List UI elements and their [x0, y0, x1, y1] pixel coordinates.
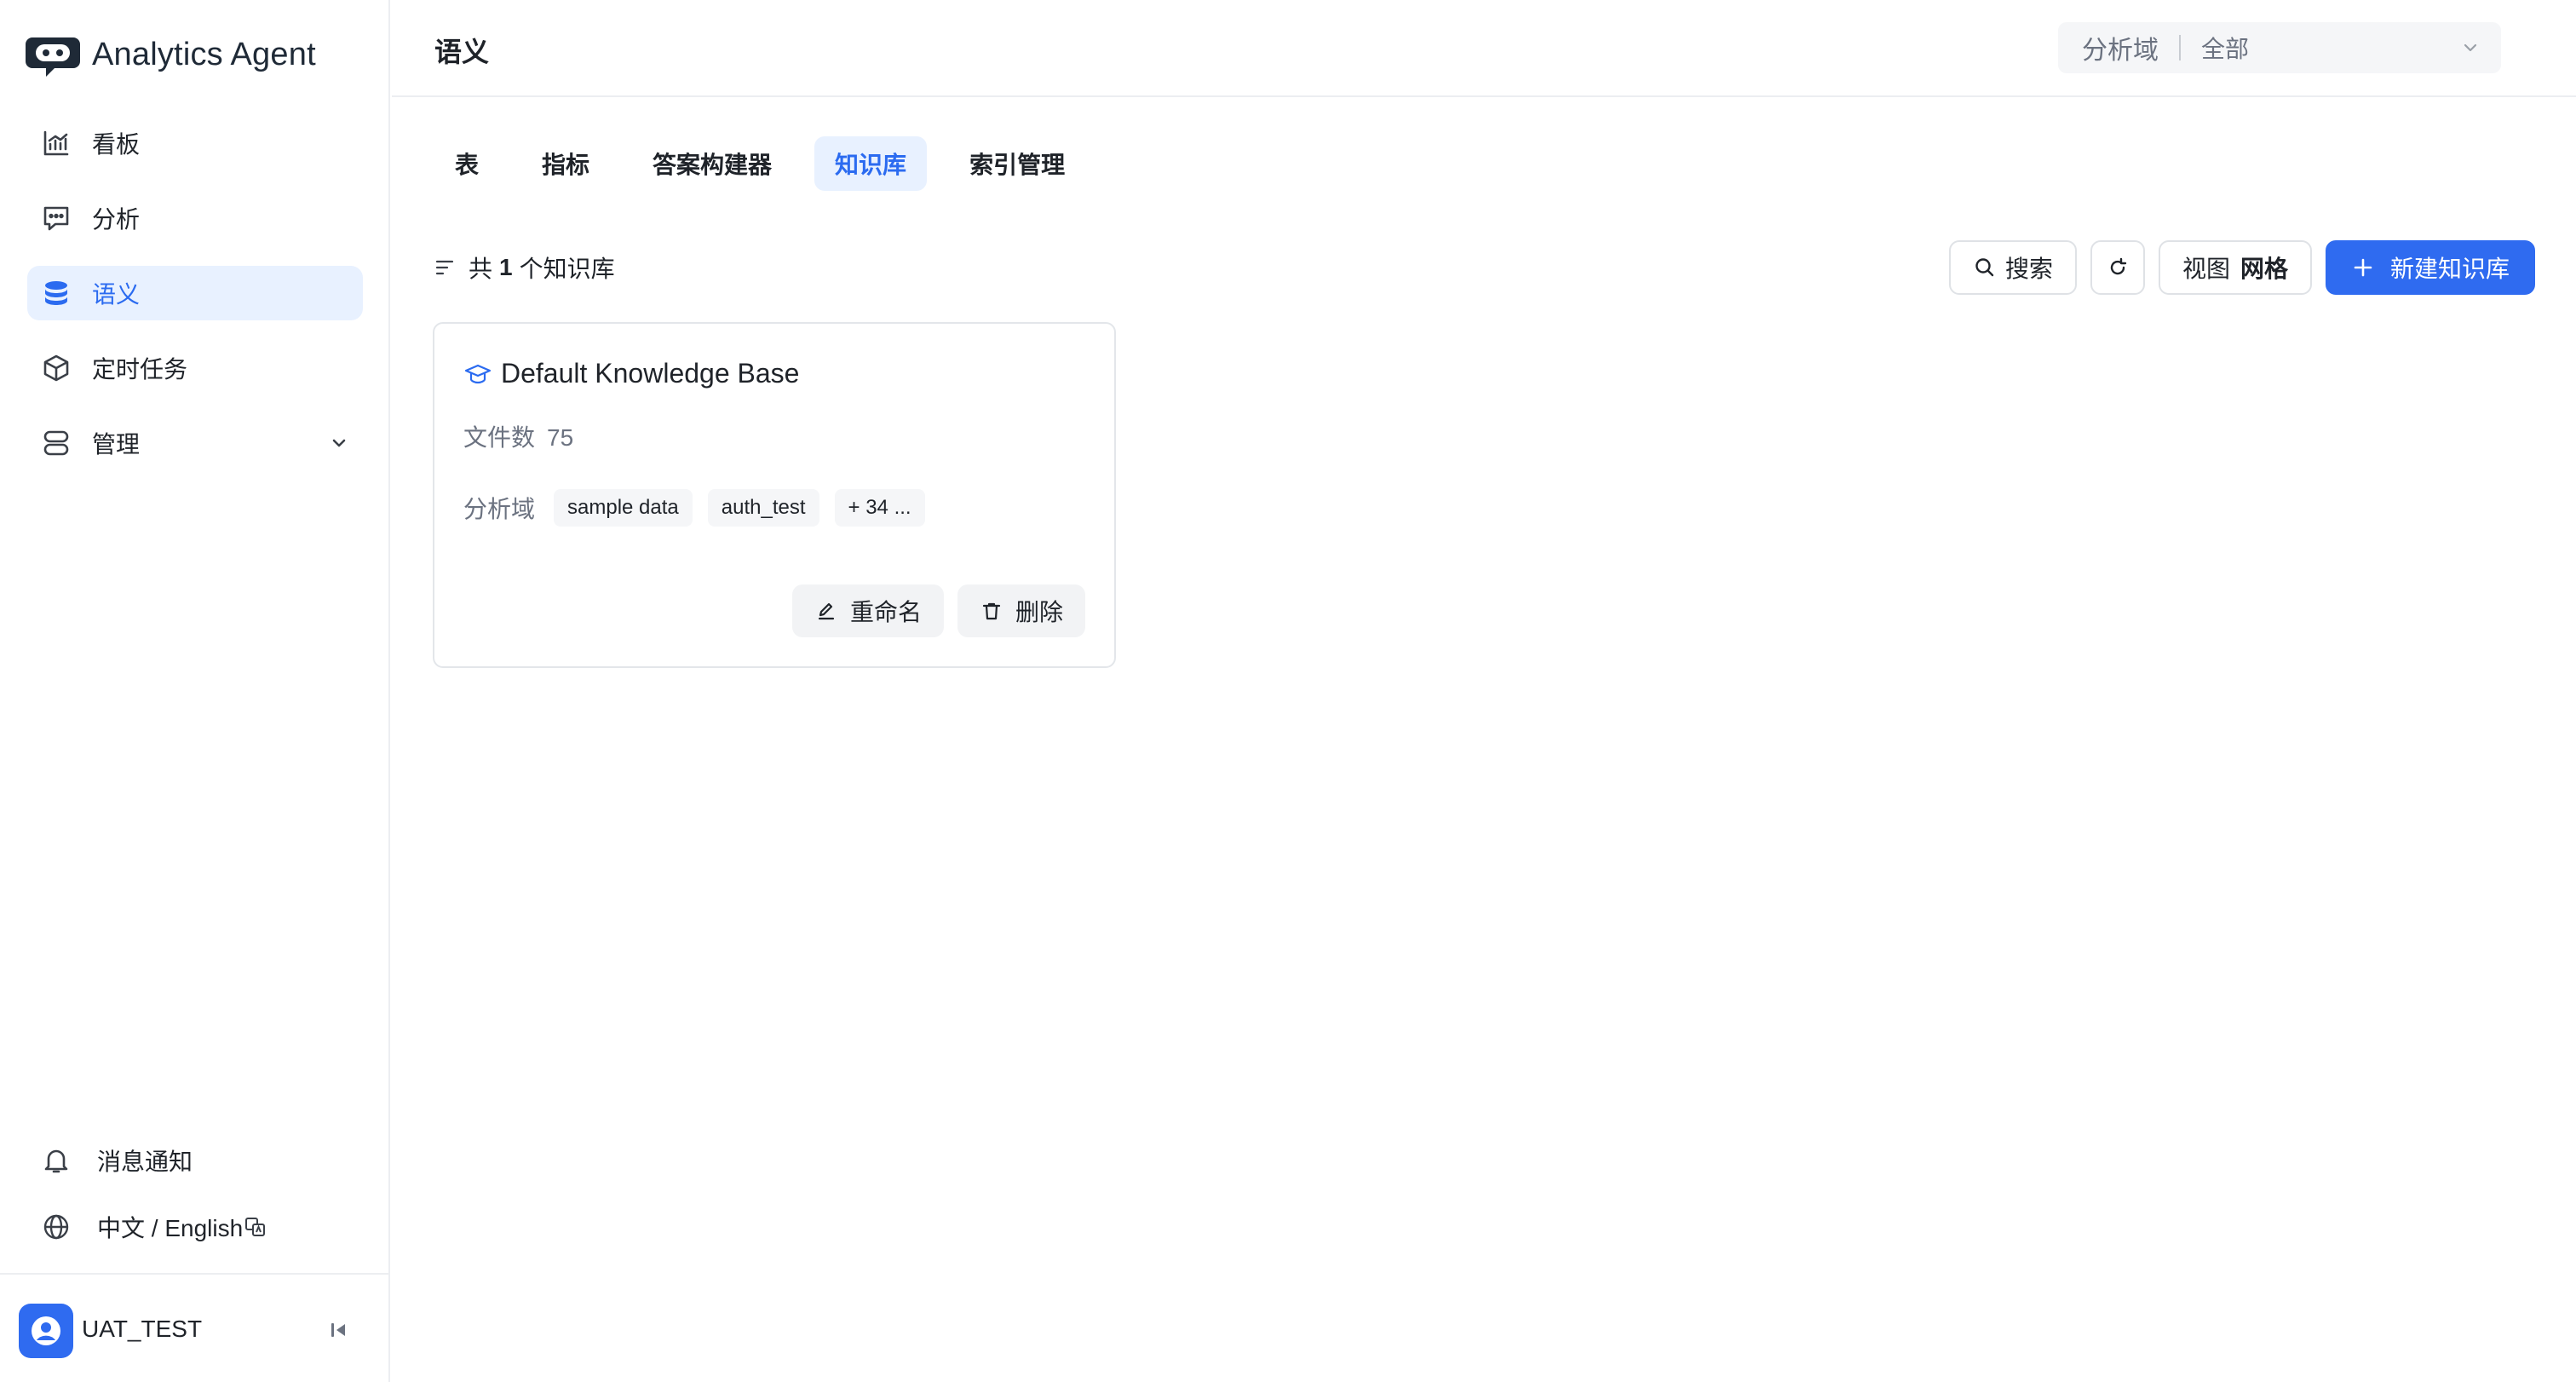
card-domains: 分析域 sample data auth_test + 34 ...: [463, 489, 940, 527]
domain-select-value: 全部: [2201, 36, 2250, 62]
file-count-value: 75: [547, 424, 574, 451]
translate-icon: [244, 1216, 267, 1238]
sidebar-item-label: 看板: [92, 131, 141, 158]
semantic-tabs: 表 指标 答案构建器 知识库 索引管理: [434, 136, 1085, 191]
graduation-cap-icon: [463, 360, 492, 389]
refresh-button[interactable]: [2090, 240, 2145, 295]
avatar[interactable]: [19, 1304, 73, 1358]
chevron-down-icon: [2458, 36, 2482, 60]
globe-icon: [39, 1210, 73, 1244]
trash-icon: [980, 599, 1003, 623]
domain-more-chip[interactable]: + 34 ...: [834, 489, 925, 527]
domain-select[interactable]: 分析域 全部: [2058, 22, 2501, 73]
card-actions: 重命名 删除: [791, 584, 1085, 637]
new-knowledge-base-label: 新建知识库: [2389, 256, 2510, 282]
refresh-icon: [2106, 256, 2130, 279]
collapse-sidebar-icon[interactable]: [324, 1316, 353, 1345]
summary-prefix: 共: [469, 256, 493, 282]
result-summary: 共 1 个知识库: [434, 252, 615, 283]
edit-icon: [814, 599, 838, 623]
robot-chat-logo-icon: [26, 32, 80, 77]
delete-label: 删除: [1015, 599, 1063, 625]
brand[interactable]: Analytics Agent: [26, 31, 316, 78]
rename-button[interactable]: 重命名: [791, 584, 944, 637]
divider: [2179, 35, 2181, 60]
sidebar-item-label: 管理: [92, 431, 141, 458]
language-switch[interactable]: 中文 / English: [27, 1200, 363, 1254]
tab-metrics[interactable]: 指标: [521, 136, 610, 191]
notifications-label: 消息通知: [97, 1149, 193, 1175]
sidebar-item-label: 语义: [92, 281, 141, 308]
card-title-text: Default Knowledge Base: [501, 358, 800, 389]
server-icon: [39, 426, 73, 460]
sidebar: Analytics Agent 看板 分析 语义 定时任务 管理 消息通知 中文…: [0, 0, 390, 1382]
toolbar-actions: 搜索 视图 网格 新建知识库: [1948, 240, 2535, 295]
sidebar-item-scheduled-tasks[interactable]: 定时任务: [27, 341, 363, 395]
file-count-label: 文件数: [463, 424, 536, 451]
file-count: 文件数 75: [463, 419, 573, 453]
knowledge-base-card[interactable]: Default Knowledge Base 文件数 75 分析域 sample …: [433, 322, 1116, 668]
cube-icon: [39, 351, 73, 385]
view-label: 视图: [2182, 256, 2230, 282]
list-filter-icon: [434, 256, 457, 279]
user-name: UAT_TEST: [82, 1316, 203, 1342]
search-button-label: 搜索: [2004, 256, 2053, 282]
plus-icon: [2351, 256, 2375, 279]
tab-knowledge-base[interactable]: 知识库: [814, 136, 928, 191]
card-domain-label: 分析域: [463, 496, 536, 522]
view-value: 网格: [2240, 256, 2288, 282]
summary-count: 1: [499, 254, 513, 280]
chart-board-icon: [39, 126, 73, 160]
page-title: 语义: [434, 37, 490, 67]
domain-chip: sample data: [554, 489, 693, 527]
app-name: Analytics Agent: [92, 36, 316, 72]
language-label: 中文 / English: [97, 1215, 244, 1241]
sidebar-item-management[interactable]: 管理: [27, 416, 363, 470]
chevron-down-icon[interactable]: [327, 431, 351, 455]
search-icon: [1973, 256, 1997, 279]
domain-select-label: 分析域: [2082, 37, 2159, 65]
tab-tables[interactable]: 表: [434, 136, 499, 191]
sidebar-item-semantic[interactable]: 语义: [27, 266, 363, 320]
sidebar-bottom-links: 消息通知 中文 / English: [27, 1133, 363, 1266]
database-icon: [39, 276, 73, 310]
new-knowledge-base-button[interactable]: 新建知识库: [2325, 240, 2535, 295]
sidebar-item-analysis[interactable]: 分析: [27, 191, 363, 245]
summary-suffix: 个知识库: [519, 256, 615, 282]
card-title: Default Knowledge Base: [463, 358, 799, 389]
domain-chip: auth_test: [707, 489, 819, 527]
view-toggle-button[interactable]: 视图 网格: [2158, 240, 2312, 295]
rename-label: 重命名: [849, 599, 922, 625]
bell-icon: [39, 1143, 73, 1178]
page-header: 语义 分析域 全部: [392, 0, 2576, 97]
sidebar-nav: 看板 分析 语义 定时任务 管理: [27, 116, 363, 491]
chat-icon: [39, 201, 73, 235]
sidebar-item-label: 分析: [92, 206, 141, 233]
sidebar-item-label: 定时任务: [92, 356, 188, 383]
tab-index-management[interactable]: 索引管理: [949, 136, 1085, 191]
search-button[interactable]: 搜索: [1948, 240, 2077, 295]
tab-answer-builder[interactable]: 答案构建器: [632, 136, 792, 191]
sidebar-item-dashboard[interactable]: 看板: [27, 116, 363, 170]
delete-button[interactable]: 删除: [957, 584, 1085, 637]
notifications-link[interactable]: 消息通知: [27, 1133, 363, 1188]
user-bar: UAT_TEST: [0, 1273, 390, 1382]
